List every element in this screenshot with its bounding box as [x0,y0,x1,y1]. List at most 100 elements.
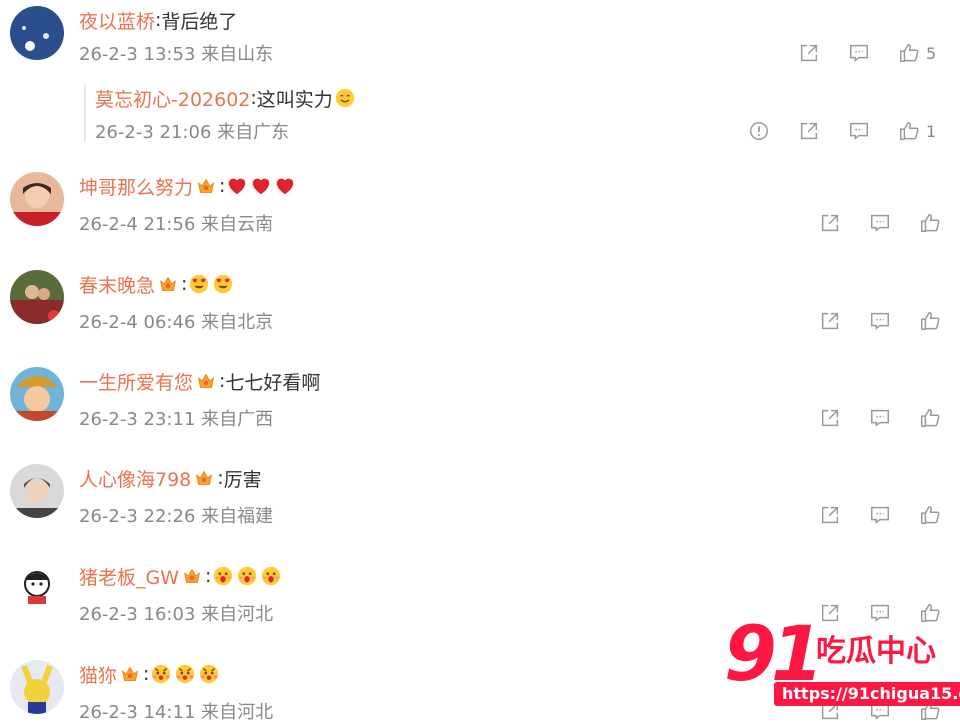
report-icon [748,120,770,142]
comment-icon [869,310,891,332]
comment-line: 夜以蓝桥 : 背后绝了 [79,6,237,34]
username[interactable]: 猫狝 [79,661,117,688]
comment-actions [819,212,960,234]
shocked-emoji-icon [260,565,282,587]
comment-line: 莫忘初心-202602 : 这叫实力 [95,84,357,112]
comment-meta: 26-2-3 13:53 来自山东 [79,44,274,65]
fan-badge-icon [157,273,179,295]
comment-text: 厉害 [223,468,262,491]
comment-button[interactable] [869,212,919,234]
heart-emoji-icon [226,175,248,197]
watermark-brand: 吃瓜中心 [816,634,936,669]
share-icon [819,310,841,332]
comment-button[interactable] [869,407,919,429]
comment-button[interactable] [848,120,898,142]
comment-line: 猪老板_GW : [79,562,283,590]
like-button[interactable] [919,212,960,234]
comment-icon [869,212,891,234]
heart-eyes-emoji-icon [212,273,234,295]
comment-meta: 26-2-4 06:46 来自北京 [79,312,274,333]
like-icon [919,310,941,332]
comment-icon [848,120,870,142]
fan-badge-icon [195,370,217,392]
comment-actions: 1 [748,120,948,142]
avatar[interactable] [10,562,64,616]
separator: : [143,663,150,685]
comment-icon [848,42,870,64]
share-button[interactable] [798,42,848,64]
like-icon [919,212,941,234]
surprised-emoji-icon [198,663,220,685]
username[interactable]: 一生所爱有您 [79,368,193,395]
like-button[interactable]: 5 [898,42,948,64]
share-button[interactable] [819,310,869,332]
comment-line: 人心像海798 : 厉害 [79,464,262,492]
comment-button[interactable] [869,504,919,526]
comment-actions: 5 [798,42,948,64]
share-button[interactable] [819,504,869,526]
like-icon [898,42,920,64]
username[interactable]: 莫忘初心-202602 [95,85,250,112]
like-button[interactable]: 1 [898,120,948,142]
like-button[interactable] [919,407,960,429]
avatar[interactable] [10,172,64,226]
surprised-emoji-icon [150,663,172,685]
separator: : [219,175,226,197]
report-button[interactable] [748,120,798,142]
share-button[interactable] [819,212,869,234]
comment-meta: 26-2-4 21:56 来自云南 [79,214,274,235]
comment-meta: 26-2-3 14:11 来自河北 [79,702,274,723]
like-icon [919,504,941,526]
share-icon [819,504,841,526]
reply-divider [84,84,86,142]
like-count: 5 [926,43,937,63]
like-icon [919,407,941,429]
shocked-emoji-icon [236,565,258,587]
avatar[interactable] [10,270,64,324]
avatar[interactable] [10,464,64,518]
like-button[interactable] [919,504,960,526]
username[interactable]: 人心像海798 [79,465,191,492]
heart-emoji-icon [250,175,272,197]
comment-text: 七七好看啊 [225,371,321,394]
heart-eyes-emoji-icon [188,273,210,295]
comment-icon [869,504,891,526]
comment-meta: 26-2-3 22:26 来自福建 [79,506,274,527]
comment-icon [869,407,891,429]
avatar[interactable] [10,660,64,714]
comment-actions [819,310,960,332]
comment-line: 坤哥那么努力 : [79,172,297,200]
username[interactable]: 坤哥那么努力 [79,173,193,200]
like-count: 1 [926,121,937,141]
share-button[interactable] [798,120,848,142]
username[interactable]: 春末晚急 [79,271,155,298]
share-button[interactable] [819,407,869,429]
username[interactable]: 猪老板_GW [79,563,179,590]
separator: : [205,565,212,587]
comment-line: 一生所爱有您 : 七七好看啊 [79,367,320,395]
comment-text: 背后绝了 [161,10,238,33]
surprised-emoji-icon [174,663,196,685]
separator: : [181,273,188,295]
comment-text: 这叫实力 [256,88,333,111]
fan-badge-icon [193,467,215,489]
comment-line: 春末晚急 : [79,270,235,298]
comment-button[interactable] [848,42,898,64]
fan-badge-icon [119,663,141,685]
comment-actions [819,407,960,429]
avatar[interactable] [10,367,64,421]
watermark-logo: 91 吃瓜中心 https://91chigua15.com [724,612,960,712]
comment-line: 猫狝 : [79,660,221,688]
comment-meta: 26-2-3 21:06 来自广东 [95,122,290,143]
watermark-url: https://91chigua15.com [774,682,960,706]
shocked-emoji-icon [212,565,234,587]
like-button[interactable] [919,310,960,332]
fan-badge-icon [195,175,217,197]
share-icon [819,212,841,234]
comment-button[interactable] [869,310,919,332]
share-icon [819,407,841,429]
username[interactable]: 夜以蓝桥 [79,7,155,34]
avatar[interactable] [10,6,64,60]
comment-meta: 26-2-3 23:11 来自广西 [79,409,274,430]
share-icon [798,120,820,142]
